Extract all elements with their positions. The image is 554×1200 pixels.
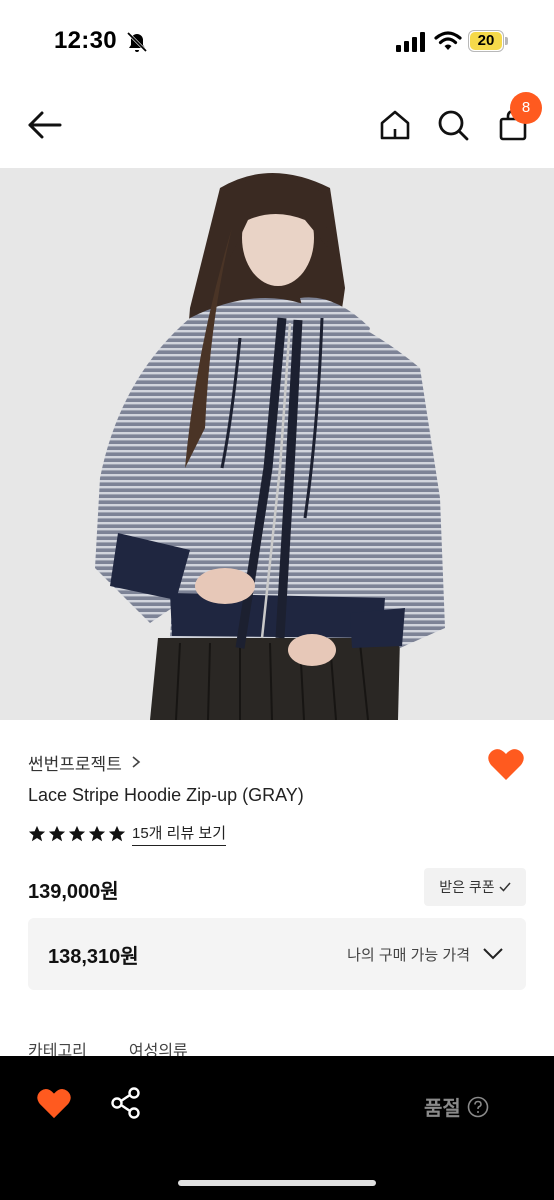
product-title: Lace Stripe Hoodie Zip-up (GRAY) (28, 785, 304, 805)
star-icon (88, 825, 106, 842)
nav-bar (0, 84, 554, 168)
chevron-right-icon (132, 756, 141, 768)
heart-icon[interactable] (36, 1088, 72, 1120)
signal-icon (396, 32, 425, 52)
back-arrow-icon[interactable] (26, 108, 64, 142)
chevron-down-icon[interactable] (482, 944, 504, 962)
product-price: 139,000원 (28, 881, 119, 903)
my-price: 138,310원 (48, 946, 139, 968)
my-price-label: 나의 구매 가능 가격 (347, 947, 470, 964)
star-icon (68, 825, 86, 842)
home-icon[interactable] (378, 108, 412, 142)
star-rating (28, 825, 126, 843)
search-icon[interactable] (436, 108, 470, 142)
star-icon (108, 825, 126, 842)
bell-off-icon (126, 31, 148, 53)
soldout-status: 품절 (424, 1092, 489, 1121)
bottom-action-bar: 품절 (0, 1056, 554, 1200)
soldout-label: 품절 (424, 1098, 461, 1120)
star-icon (28, 825, 46, 842)
wifi-icon (434, 31, 462, 50)
battery-tip (505, 37, 508, 45)
product-photo (0, 168, 554, 720)
battery-level: 20 (477, 32, 495, 49)
product-image[interactable] (0, 168, 554, 720)
brand-name: 썬번프로젝트 (28, 754, 122, 774)
status-bar: 12:30 20 (0, 0, 554, 84)
cart-count-badge: 8 (510, 92, 542, 124)
home-indicator (178, 1180, 376, 1186)
coupon-button[interactable]: 받은 쿠폰 (424, 868, 526, 906)
rating-row: 15개 리뷰 보기 (28, 822, 227, 846)
status-time: 12:30 (54, 27, 117, 54)
my-price-box[interactable]: 138,310원 나의 구매 가능 가격 (28, 918, 526, 990)
brand-link[interactable]: 썬번프로젝트 (28, 750, 142, 774)
heart-icon[interactable] (487, 748, 525, 782)
star-icon (48, 825, 66, 842)
check-icon (499, 882, 511, 892)
help-icon[interactable] (467, 1096, 489, 1118)
review-link[interactable]: 15개 리뷰 보기 (132, 822, 227, 846)
coupon-label: 받은 쿠폰 (439, 879, 495, 895)
battery-icon: 20 (468, 30, 508, 52)
share-icon[interactable] (110, 1086, 142, 1120)
